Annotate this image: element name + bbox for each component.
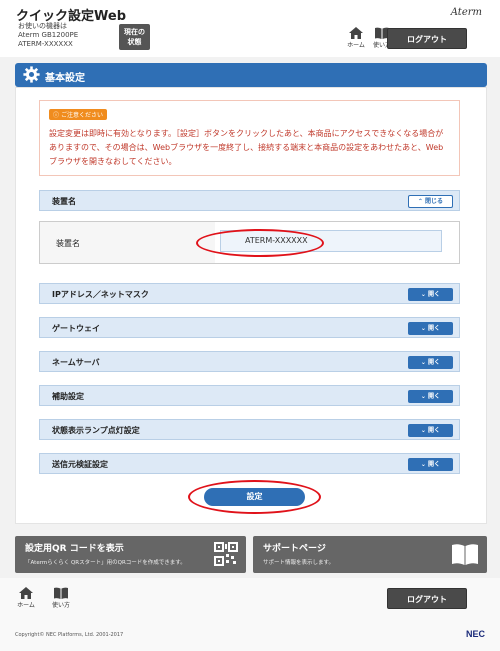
support-page-tile[interactable]: サポートページ サポート情報を表示します。 <box>253 536 487 573</box>
support-tile-desc: サポート情報を表示します。 <box>263 560 334 566</box>
chevron-down-icon: ⌄ <box>420 393 426 400</box>
gear-icon <box>23 66 40 83</box>
open-button-label: 開く <box>428 291 441 298</box>
book-icon <box>452 544 478 565</box>
close-button[interactable]: ⌃ 閉じる <box>408 195 453 208</box>
open-button-label: 開く <box>428 359 441 366</box>
accordion-title: ゲートウェイ <box>52 324 100 333</box>
home-link[interactable]: ホーム <box>342 27 370 49</box>
home-label: ホーム <box>17 602 35 609</box>
settings-panel: ⓘ ご注意ください 設定変更は即時に有効となります。［設定］ボタンをクリックした… <box>15 87 487 524</box>
accordion-name-server[interactable]: ネームサーバ ⌄ 開く <box>39 351 460 372</box>
qr-code-icon <box>214 542 238 566</box>
aterm-logo: Aterm <box>450 7 482 18</box>
accordion-title: 送信元検証設定 <box>52 460 108 469</box>
status-button-line1: 現在の <box>124 28 145 36</box>
notice-tag: ⓘ ご注意ください <box>49 109 107 120</box>
accordion-ip-netmask[interactable]: IPアドレス／ネットマスク ⌄ 開く <box>39 283 460 304</box>
open-button-label: 開く <box>428 427 441 434</box>
qr-tile-desc: 「Atermらくらく QRスタート」用のQRコードを作成できます。 <box>25 560 186 566</box>
close-button-label: 閉じる <box>425 198 444 205</box>
accordion-title: ネームサーバ <box>52 358 100 367</box>
logout-button[interactable]: ログアウト <box>387 28 467 49</box>
device-name: ATERM-XXXXXX <box>18 40 73 48</box>
header: クイック設定Web お使いの機器は Aterm GB1200PE ATERM-X… <box>0 0 500 57</box>
accordion-title: 状態表示ランプ点灯設定 <box>52 426 140 435</box>
footer-logout-button[interactable]: ログアウト <box>387 588 467 609</box>
device-label: お使いの機器は <box>18 22 67 30</box>
section-title: 基本設定 <box>45 73 85 84</box>
help-label: 使い方 <box>51 602 70 609</box>
qr-tile-title: 設定用QR コードを表示 <box>25 544 124 554</box>
open-button[interactable]: ⌄ 開く <box>408 356 453 369</box>
device-name-input[interactable]: ATERM-XXXXXX <box>220 230 442 252</box>
book-icon <box>54 587 68 599</box>
open-button-label: 開く <box>428 393 441 400</box>
open-button[interactable]: ⌄ 開く <box>408 288 453 301</box>
footer-home-link[interactable]: ホーム <box>12 587 40 609</box>
notice-tag-label: ご注意ください <box>60 112 103 119</box>
device-model: Aterm GB1200PE <box>18 31 79 39</box>
current-status-button[interactable]: 現在の 状態 <box>119 24 150 50</box>
accordion-title: 補助設定 <box>52 392 84 401</box>
field-label-cell: 装置名 <box>40 222 215 263</box>
open-button[interactable]: ⌄ 開く <box>408 390 453 403</box>
home-icon <box>19 587 33 599</box>
notice-box: ⓘ ご注意ください 設定変更は即時に有効となります。［設定］ボタンをクリックした… <box>39 100 460 176</box>
device-name-label: 装置名 <box>56 239 80 248</box>
accordion-title: IPアドレス／ネットマスク <box>52 290 149 299</box>
footer: ホーム 使い方 ログアウト Copyright© NEC Platforms, … <box>0 578 500 651</box>
accordion-aux-settings[interactable]: 補助設定 ⌄ 開く <box>39 385 460 406</box>
open-button[interactable]: ⌄ 開く <box>408 322 453 335</box>
chevron-down-icon: ⌄ <box>420 325 426 332</box>
open-button-label: 開く <box>428 461 441 468</box>
device-info: お使いの機器は Aterm GB1200PE ATERM-XXXXXX <box>18 22 78 49</box>
footer-help-link[interactable]: 使い方 <box>47 587 75 609</box>
open-button[interactable]: ⌄ 開く <box>408 424 453 437</box>
notice-text: 設定変更は即時に有効となります。［設定］ボタンをクリックしたあと、本商品にアクセ… <box>49 129 444 166</box>
nec-logo: NEC <box>465 629 485 639</box>
open-button-label: 開く <box>428 325 441 332</box>
status-button-line2: 状態 <box>127 38 142 46</box>
open-button[interactable]: ⌄ 開く <box>408 458 453 471</box>
submit-button[interactable]: 設定 <box>204 488 305 506</box>
home-label: ホーム <box>347 42 365 49</box>
home-icon <box>349 27 363 39</box>
qr-code-tile[interactable]: 設定用QR コードを表示 「Atermらくらく QRスタート」用のQRコードを作… <box>15 536 246 573</box>
accordion-source-verification[interactable]: 送信元検証設定 ⌄ 開く <box>39 453 460 474</box>
copyright: Copyright© NEC Platforms, Ltd. 2001-2017 <box>15 632 124 638</box>
section-header: 基本設定 <box>15 63 487 87</box>
chevron-down-icon: ⌄ <box>420 461 426 468</box>
accordion-device-name: 装置名 ⌃ 閉じる <box>39 190 460 211</box>
accordion-title: 装置名 <box>52 197 76 206</box>
chevron-down-icon: ⌄ <box>420 359 426 366</box>
support-tile-title: サポートページ <box>263 544 326 554</box>
device-name-row: 装置名 ATERM-XXXXXX <box>39 221 460 264</box>
chevron-down-icon: ⌄ <box>420 427 426 434</box>
accordion-status-lamp[interactable]: 状態表示ランプ点灯設定 ⌄ 開く <box>39 419 460 440</box>
chevron-up-icon: ⌃ <box>417 198 423 205</box>
chevron-down-icon: ⌄ <box>420 291 426 298</box>
accordion-gateway[interactable]: ゲートウェイ ⌄ 開く <box>39 317 460 338</box>
info-icon: ⓘ <box>53 112 60 119</box>
